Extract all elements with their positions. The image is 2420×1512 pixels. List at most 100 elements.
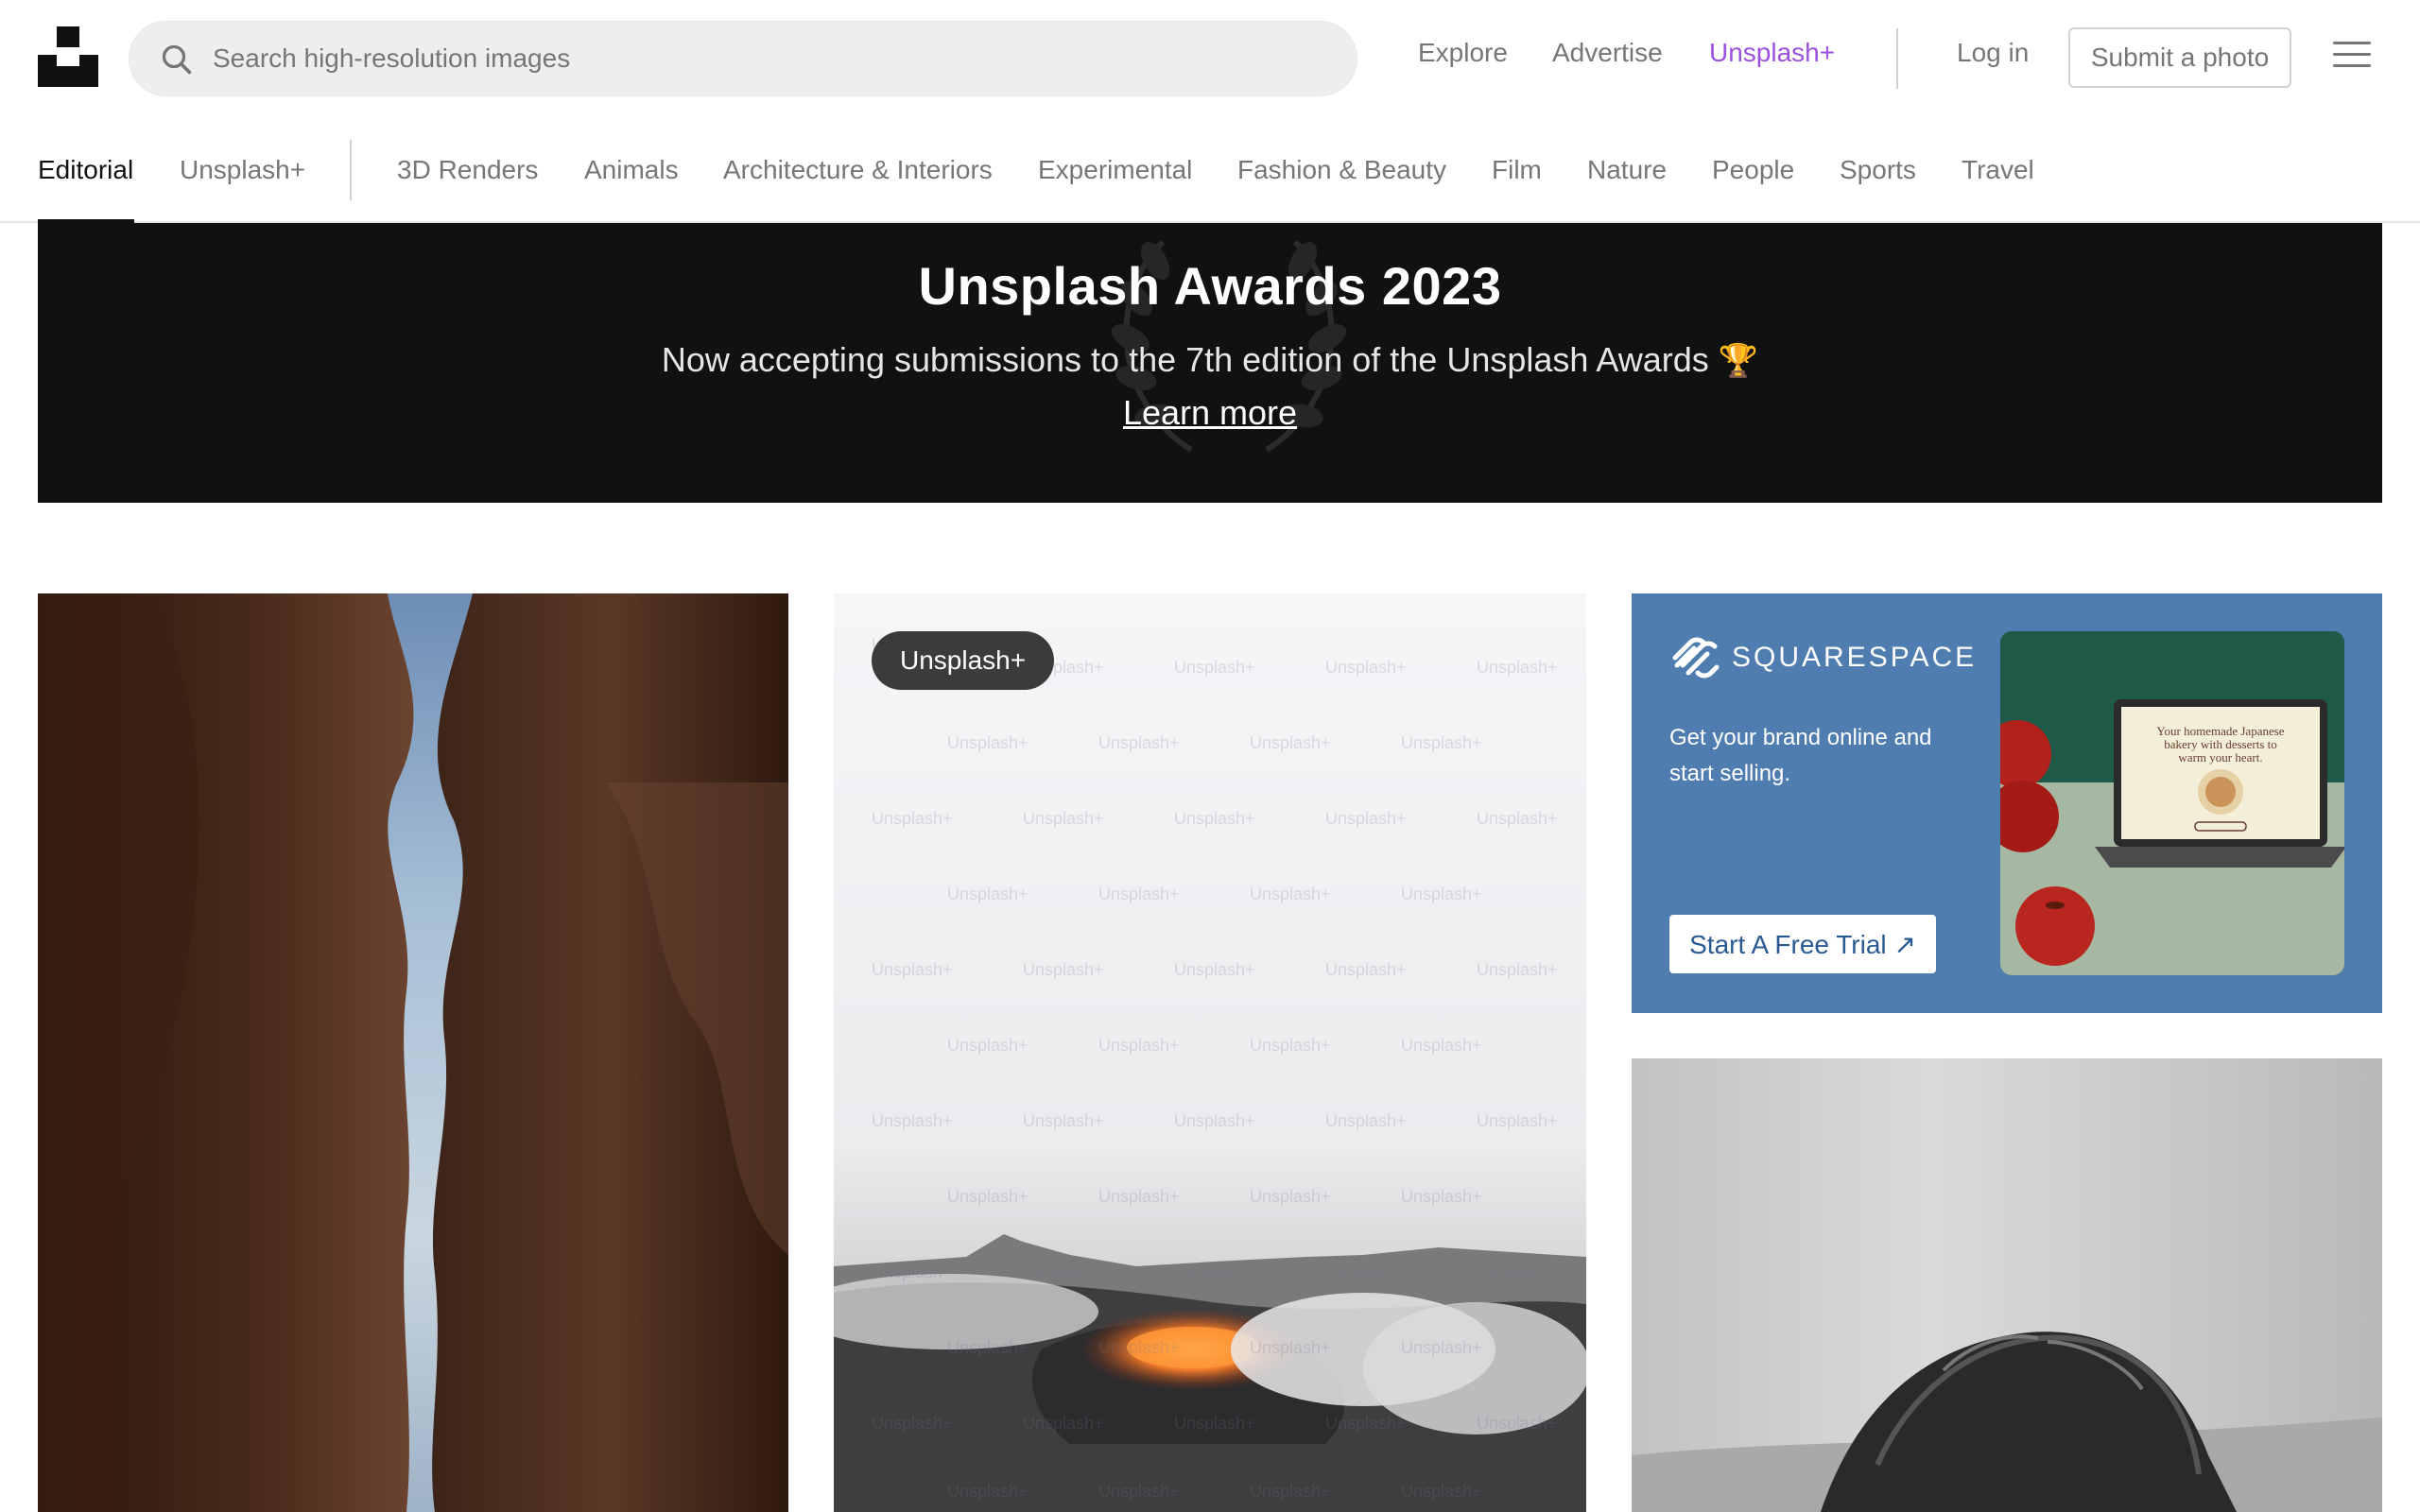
watermark: Unsplash+ — [947, 1187, 1028, 1206]
watermark: Unsplash+ — [947, 1036, 1028, 1055]
watermark: Unsplash+ — [872, 809, 953, 828]
watermark: Unsplash+ — [1401, 1187, 1482, 1206]
watermark: Unsplash+ — [1325, 1414, 1407, 1433]
watermark: Unsplash+ — [1401, 1036, 1482, 1055]
squarespace-wordmark: SQUARESPACE — [1732, 642, 1978, 673]
tab-fashion-beauty[interactable]: Fashion & Beauty — [1237, 155, 1446, 185]
canyon-image — [38, 593, 788, 1512]
nav-advertise[interactable]: Advertise — [1552, 38, 1663, 79]
category-tabs: Editorial Unsplash+ 3D Renders Animals A… — [0, 117, 2420, 223]
search-bar[interactable] — [129, 21, 1357, 96]
nav-divider — [1896, 28, 1898, 89]
squarespace-logo-icon — [1672, 637, 1720, 679]
watermark: Unsplash+ — [1477, 1111, 1558, 1130]
ad-product-image: Your homemade Japanese bakery with desse… — [2000, 631, 2344, 975]
watermark: Unsplash+ — [1250, 1338, 1331, 1357]
watermark: Unsplash+ — [1098, 1187, 1180, 1206]
portrait-image — [1632, 1058, 2382, 1512]
watermark: Unsplash+ — [872, 1263, 953, 1281]
awards-banner: Unsplash Awards 2023 Now accepting submi… — [38, 223, 2382, 503]
tab-editorial[interactable]: Editorial — [38, 155, 133, 185]
watermark: Unsplash+ — [1023, 1111, 1104, 1130]
nav-unsplash-plus[interactable]: Unsplash+ — [1709, 38, 1835, 79]
watermark: Unsplash+ — [1250, 1036, 1331, 1055]
watermark: Unsplash+ — [947, 885, 1028, 903]
unsplash-logo-icon[interactable] — [38, 26, 98, 87]
volcano-photo[interactable]: Unsplash+ Unsplash+ Unsplash+ Unsplash+ … — [834, 593, 1586, 1512]
banner-subtitle: Now accepting submissions to the 7th edi… — [38, 340, 2382, 380]
watermark: Unsplash+ — [947, 1482, 1028, 1501]
watermark: Unsplash+ — [1250, 885, 1331, 903]
watermark: Unsplash+ — [1250, 733, 1331, 752]
watermark: Unsplash+ — [1250, 1482, 1331, 1501]
watermark: Unsplash+ — [1098, 885, 1180, 903]
watermark: Unsplash+ — [1174, 658, 1255, 677]
watermark: Unsplash+ — [1023, 1263, 1104, 1281]
tab-animals[interactable]: Animals — [584, 155, 679, 185]
svg-text:warm your heart.: warm your heart. — [2178, 750, 2262, 765]
tab-divider — [350, 140, 352, 200]
nav-explore[interactable]: Explore — [1418, 38, 1508, 79]
watermark: Unsplash+ — [1174, 1414, 1255, 1433]
learn-more-link[interactable]: Learn more — [38, 393, 2382, 433]
trophy-icon: 🏆 — [1718, 343, 1759, 379]
squarespace-ad[interactable]: SQUARESPACE Get your brand online and st… — [1632, 593, 2382, 1013]
unsplash-plus-badge[interactable]: Unsplash+ — [872, 631, 1055, 690]
watermark: Unsplash+ — [1174, 960, 1255, 979]
watermark: Unsplash+ — [947, 1338, 1028, 1357]
free-trial-button[interactable]: Start A Free Trial ↗ — [1669, 915, 1936, 973]
search-icon[interactable] — [160, 43, 194, 77]
banner-title: Unsplash Awards 2023 — [918, 256, 1502, 316]
squarespace-logo: SQUARESPACE — [1669, 637, 1977, 679]
svg-text:bakery with desserts to: bakery with desserts to — [2164, 737, 2277, 751]
tab-nature[interactable]: Nature — [1587, 155, 1667, 185]
watermark: Unsplash+ — [1401, 1482, 1482, 1501]
tab-unsplash-plus[interactable]: Unsplash+ — [180, 155, 305, 185]
tab-architecture-interiors[interactable]: Architecture & Interiors — [723, 155, 993, 185]
watermark: Unsplash+ — [1023, 1414, 1104, 1433]
watermark: Unsplash+ — [872, 1414, 953, 1433]
watermark: Unsplash+ — [1401, 733, 1482, 752]
hamburger-menu-icon[interactable] — [2333, 42, 2371, 72]
watermark: Unsplash+ — [1023, 809, 1104, 828]
watermark: Unsplash+ — [1098, 1036, 1180, 1055]
watermark: Unsplash+ — [1325, 960, 1407, 979]
watermark: Unsplash+ — [1098, 1482, 1180, 1501]
search-input[interactable] — [213, 22, 1328, 95]
tab-sports[interactable]: Sports — [1840, 155, 1916, 185]
canyon-photo[interactable] — [38, 593, 788, 1512]
portrait-photo[interactable] — [1632, 1058, 2382, 1512]
watermark: Unsplash+ — [1250, 1187, 1331, 1206]
banner-subtitle-text: Now accepting submissions to the 7th edi… — [661, 340, 1709, 379]
tab-film[interactable]: Film — [1492, 155, 1542, 185]
ad-copy: Get your brand online and start selling. — [1669, 725, 1932, 786]
watermark: Unsplash+ — [1477, 809, 1558, 828]
tab-3d-renders[interactable]: 3D Renders — [397, 155, 538, 185]
login-link[interactable]: Log in — [1957, 38, 2029, 79]
watermark: Unsplash+ — [1401, 885, 1482, 903]
tab-experimental[interactable]: Experimental — [1038, 155, 1192, 185]
watermark: Unsplash+ — [1325, 1111, 1407, 1130]
watermark: Unsplash+ — [1098, 1338, 1180, 1357]
watermark: Unsplash+ — [1174, 1263, 1255, 1281]
top-header: Explore Advertise Unsplash+ Log in Submi… — [0, 0, 2420, 117]
watermark: Unsplash+ — [1477, 658, 1558, 677]
tab-travel[interactable]: Travel — [1962, 155, 2034, 185]
watermark: Unsplash+ — [1477, 1263, 1558, 1281]
tab-people[interactable]: People — [1712, 155, 1794, 185]
watermark: Unsplash+ — [1174, 809, 1255, 828]
watermark: Unsplash+ — [1325, 809, 1407, 828]
svg-text:Your homemade Japanese: Your homemade Japanese — [2156, 724, 2284, 738]
submit-photo-button[interactable]: Submit a photo — [2068, 27, 2291, 88]
watermark: Unsplash+ — [872, 1111, 953, 1130]
watermark: Unsplash+ — [1477, 1414, 1558, 1433]
watermark: Unsplash+ — [1477, 960, 1558, 979]
watermark: Unsplash+ — [947, 733, 1028, 752]
watermark: Unsplash+ — [1174, 1111, 1255, 1130]
watermark: Unsplash+ — [1098, 733, 1180, 752]
watermark: Unsplash+ — [1401, 1338, 1482, 1357]
watermark: Unsplash+ — [1325, 658, 1407, 677]
watermark: Unsplash+ — [1023, 960, 1104, 979]
watermark: Unsplash+ — [872, 960, 953, 979]
watermark: Unsplash+ — [1325, 1263, 1407, 1281]
